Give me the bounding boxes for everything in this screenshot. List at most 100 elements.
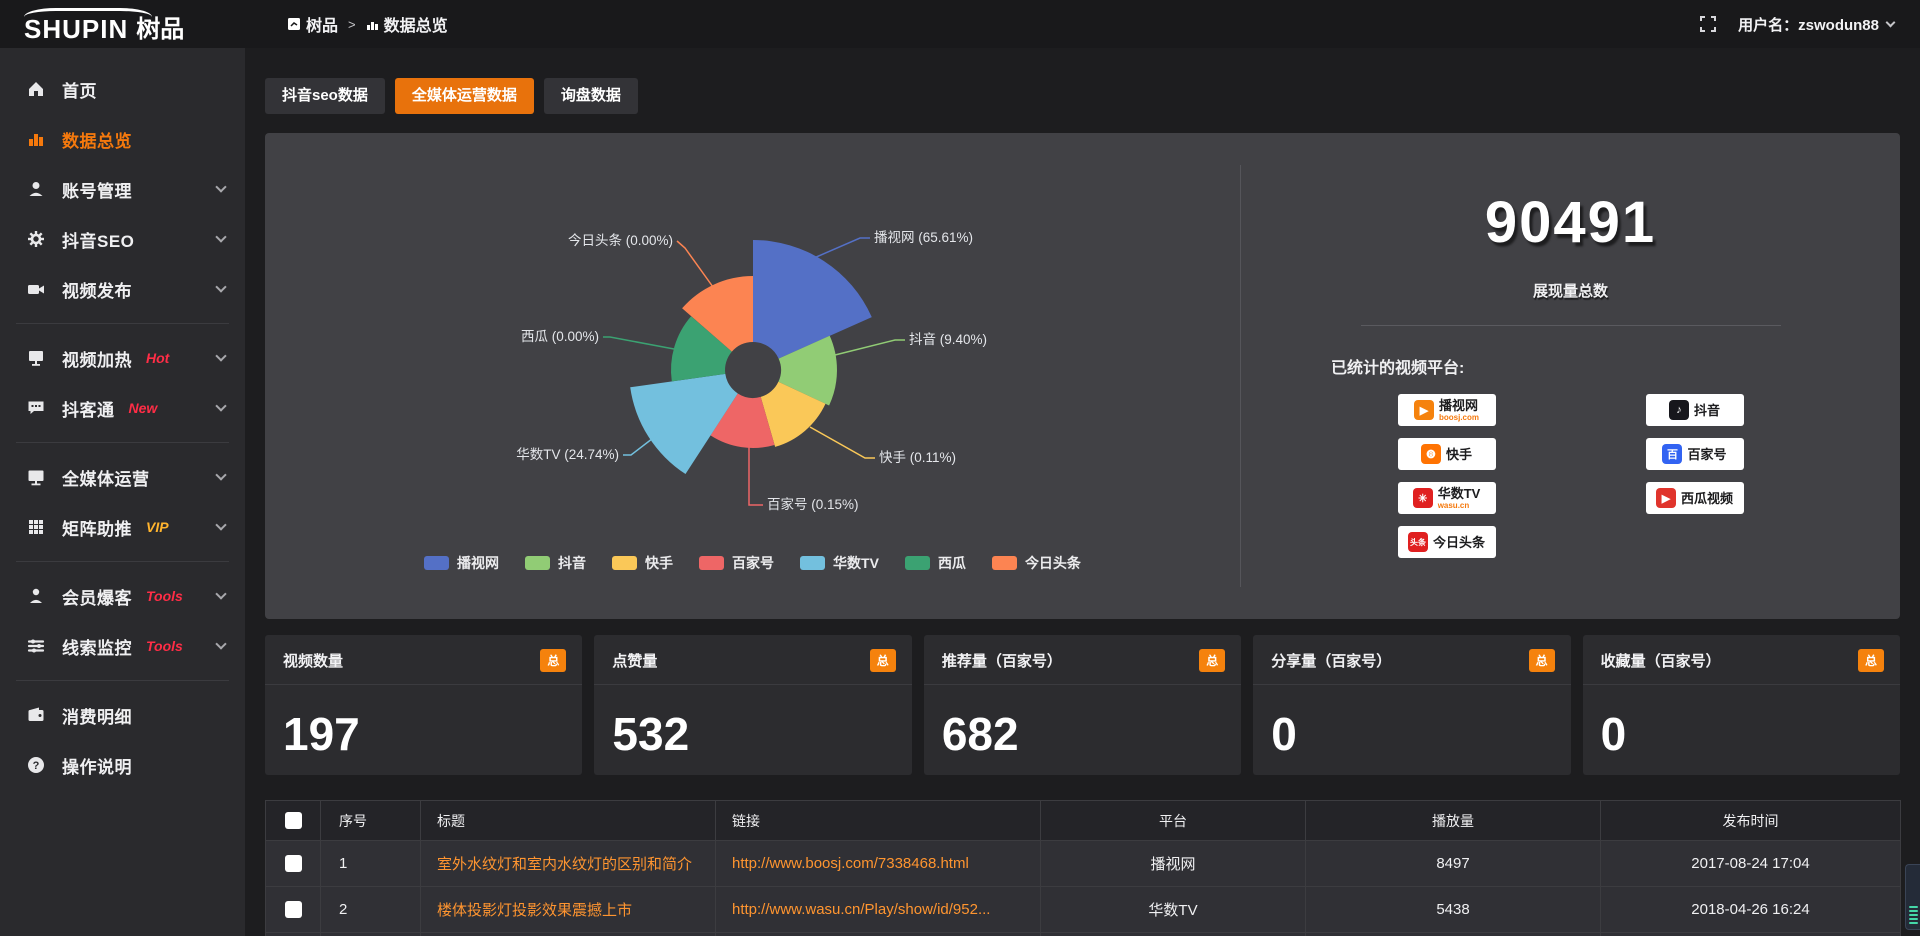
total-badge[interactable]: 总 xyxy=(1199,649,1225,672)
chevron-down-icon xyxy=(215,400,226,411)
breadcrumb-root[interactable]: 树品 xyxy=(287,12,338,36)
legend-item-抖音[interactable]: 抖音 xyxy=(525,553,586,573)
user-menu[interactable]: 用户名：zswodun88 xyxy=(1738,14,1894,35)
total-badge[interactable]: 总 xyxy=(540,649,566,672)
sidebar-item-账号管理[interactable]: 账号管理 xyxy=(0,164,245,214)
total-badge[interactable]: 总 xyxy=(1858,649,1884,672)
monitor-icon xyxy=(26,467,46,487)
sidebar-item-数据总览[interactable]: 数据总览 xyxy=(0,114,245,164)
column-header-序号[interactable]: 序号 xyxy=(321,801,421,841)
top-bar: SHUPIN 树品 树品 > 数据总览 用户名：zswodun88 xyxy=(0,0,1920,48)
column-header-链接[interactable]: 链接 xyxy=(716,801,1041,841)
platform-badge-百家号[interactable]: 百百家号 xyxy=(1646,438,1744,470)
fullscreen-icon[interactable] xyxy=(1700,16,1716,32)
cell-time: 2018-04-26 16:24 xyxy=(1601,887,1901,933)
legend-swatch xyxy=(800,556,825,570)
sidebar-item-视频加热[interactable]: 视频加热Hot xyxy=(0,333,245,383)
stat-card-header: 收藏量（百家号）总 xyxy=(1583,635,1900,685)
tab-询盘数据[interactable]: 询盘数据 xyxy=(544,78,638,114)
sidebar-divider xyxy=(16,323,229,324)
legend-item-百家号[interactable]: 百家号 xyxy=(699,553,774,573)
chart-legend: 播视网 抖音 快手 百家号 华数TV 西瓜 今日头条 xyxy=(265,553,1240,573)
column-header-发布时间[interactable]: 发布时间 xyxy=(1601,801,1901,841)
sidebar-tag: Tools xyxy=(146,638,183,654)
cell-platform: 华数TV xyxy=(1041,887,1306,933)
platform-badge-抖音[interactable]: ♪抖音 xyxy=(1646,394,1744,426)
sidebar-item-矩阵助推[interactable]: 矩阵助推VIP xyxy=(0,502,245,552)
column-header-播放量[interactable]: 播放量 xyxy=(1306,801,1601,841)
platform-badge-华数TV[interactable]: ✳华数TVwasu.cn xyxy=(1398,482,1496,514)
sidebar-item-操作说明[interactable]: ?操作说明 xyxy=(0,740,245,790)
total-badge[interactable]: 总 xyxy=(1529,649,1555,672)
legend-item-快手[interactable]: 快手 xyxy=(612,553,673,573)
main-content: 抖音seo数据全媒体运营数据询盘数据 播视网 (65.61%)抖音 (9.40%… xyxy=(245,48,1920,936)
chevron-down-icon xyxy=(1886,17,1896,27)
sidebar-item-label: 抖音SEO xyxy=(62,227,134,252)
sidebar-item-视频发布[interactable]: 视频发布 xyxy=(0,264,245,314)
platform-sub: boosj.com xyxy=(1439,414,1479,422)
column-header-平台[interactable]: 平台 xyxy=(1041,801,1306,841)
app-logo[interactable]: SHUPIN 树品 xyxy=(0,6,245,42)
platform-name: 播视网 xyxy=(1439,399,1478,412)
legend-label: 今日头条 xyxy=(1025,553,1081,573)
tab-抖音seo数据[interactable]: 抖音seo数据 xyxy=(265,78,385,114)
stat-card-value: 0 xyxy=(1253,685,1570,761)
total-badge[interactable]: 总 xyxy=(870,649,896,672)
stat-card-label: 推荐量（百家号） xyxy=(942,650,1062,671)
cell-title[interactable]: 室外水纹灯和室内水纹灯的区别和简介 xyxy=(421,841,716,887)
sidebar-tag: VIP xyxy=(146,519,169,535)
cell-platform: 播视网 xyxy=(1041,841,1306,887)
floating-widget[interactable] xyxy=(1905,864,1920,930)
platform-name: 抖音 xyxy=(1694,404,1720,417)
cell-plays: 5438 xyxy=(1306,887,1601,933)
cell-index: 1 xyxy=(321,841,421,887)
platform-sub: wasu.cn xyxy=(1438,502,1470,510)
stat-card-value: 682 xyxy=(924,685,1241,761)
rose-pie-chart[interactable]: 播视网 (65.61%)抖音 (9.40%)快手 (0.11%)百家号 (0.1… xyxy=(265,133,1240,563)
platform-badge-西瓜视频[interactable]: ▶西瓜视频 xyxy=(1646,482,1744,514)
stat-card-header: 点赞量总 xyxy=(594,635,911,685)
sidebar-item-会员爆客[interactable]: 会员爆客Tools xyxy=(0,571,245,621)
sidebar-item-label: 视频加热 xyxy=(62,346,132,371)
home-icon xyxy=(26,79,46,99)
sidebar-item-消费明细[interactable]: 消费明细 xyxy=(0,690,245,740)
column-header-标题[interactable]: 标题 xyxy=(421,801,716,841)
total-impressions-value: 90491 xyxy=(1241,189,1900,256)
sidebar-item-抖客通[interactable]: 抖客通New xyxy=(0,383,245,433)
sidebar-item-线索监控[interactable]: 线索监控Tools xyxy=(0,621,245,671)
row-checkbox-cell xyxy=(266,887,321,933)
chevron-down-icon xyxy=(215,181,226,192)
select-all-checkbox[interactable] xyxy=(285,812,302,829)
stat-card-header: 推荐量（百家号） 总 xyxy=(924,635,1241,685)
row-checkbox[interactable] xyxy=(285,901,302,918)
sidebar-item-抖音SEO[interactable]: 抖音SEO xyxy=(0,214,245,264)
sidebar: 首页数据总览账号管理抖音SEO 视频发布视频加热Hot抖客通New 全媒体运营矩阵助… xyxy=(0,48,245,936)
publish-icon xyxy=(26,279,46,299)
cell-link[interactable]: http://www.wasu.cn/Play/show/id/952... xyxy=(716,887,1041,933)
sidebar-item-label: 抖客通 xyxy=(62,396,115,421)
svg-text:?: ? xyxy=(33,760,40,772)
platform-badge-text: 西瓜视频 xyxy=(1681,492,1733,505)
platform-badge-text: 华数TVwasu.cn xyxy=(1438,487,1481,510)
sidebar-item-全媒体运营[interactable]: 全媒体运营 xyxy=(0,452,245,502)
legend-swatch xyxy=(424,556,449,570)
bar-chart-icon xyxy=(366,18,379,31)
sidebar-item-label: 数据总览 xyxy=(62,127,132,152)
legend-item-西瓜[interactable]: 西瓜 xyxy=(905,553,966,573)
cell-link[interactable]: http://www.boosj.com/7338468.html xyxy=(716,841,1041,887)
legend-label: 播视网 xyxy=(457,553,499,573)
tab-全媒体运营数据[interactable]: 全媒体运营数据 xyxy=(395,78,534,114)
row-checkbox[interactable] xyxy=(285,855,302,872)
cell-title[interactable]: 楼体投影灯投影效果震撼上市 xyxy=(421,887,716,933)
platform-badge-播视网[interactable]: ▶播视网boosj.com xyxy=(1398,394,1496,426)
platform-badge-快手[interactable]: ❽快手 xyxy=(1398,438,1496,470)
pie-slice-播视网[interactable] xyxy=(753,240,872,359)
stat-cards: 视频数量总197点赞量总532推荐量（百家号）总682分享量（百家号）总0收藏量… xyxy=(265,635,1900,775)
sidebar-item-首页[interactable]: 首页 xyxy=(0,64,245,114)
breadcrumb-current[interactable]: 数据总览 xyxy=(366,12,448,36)
platform-badge-今日头条[interactable]: 头条今日头条 xyxy=(1398,526,1496,558)
pie-leader-line xyxy=(677,241,713,287)
legend-item-播视网[interactable]: 播视网 xyxy=(424,553,499,573)
legend-item-今日头条[interactable]: 今日头条 xyxy=(992,553,1081,573)
legend-item-华数TV[interactable]: 华数TV xyxy=(800,553,879,573)
